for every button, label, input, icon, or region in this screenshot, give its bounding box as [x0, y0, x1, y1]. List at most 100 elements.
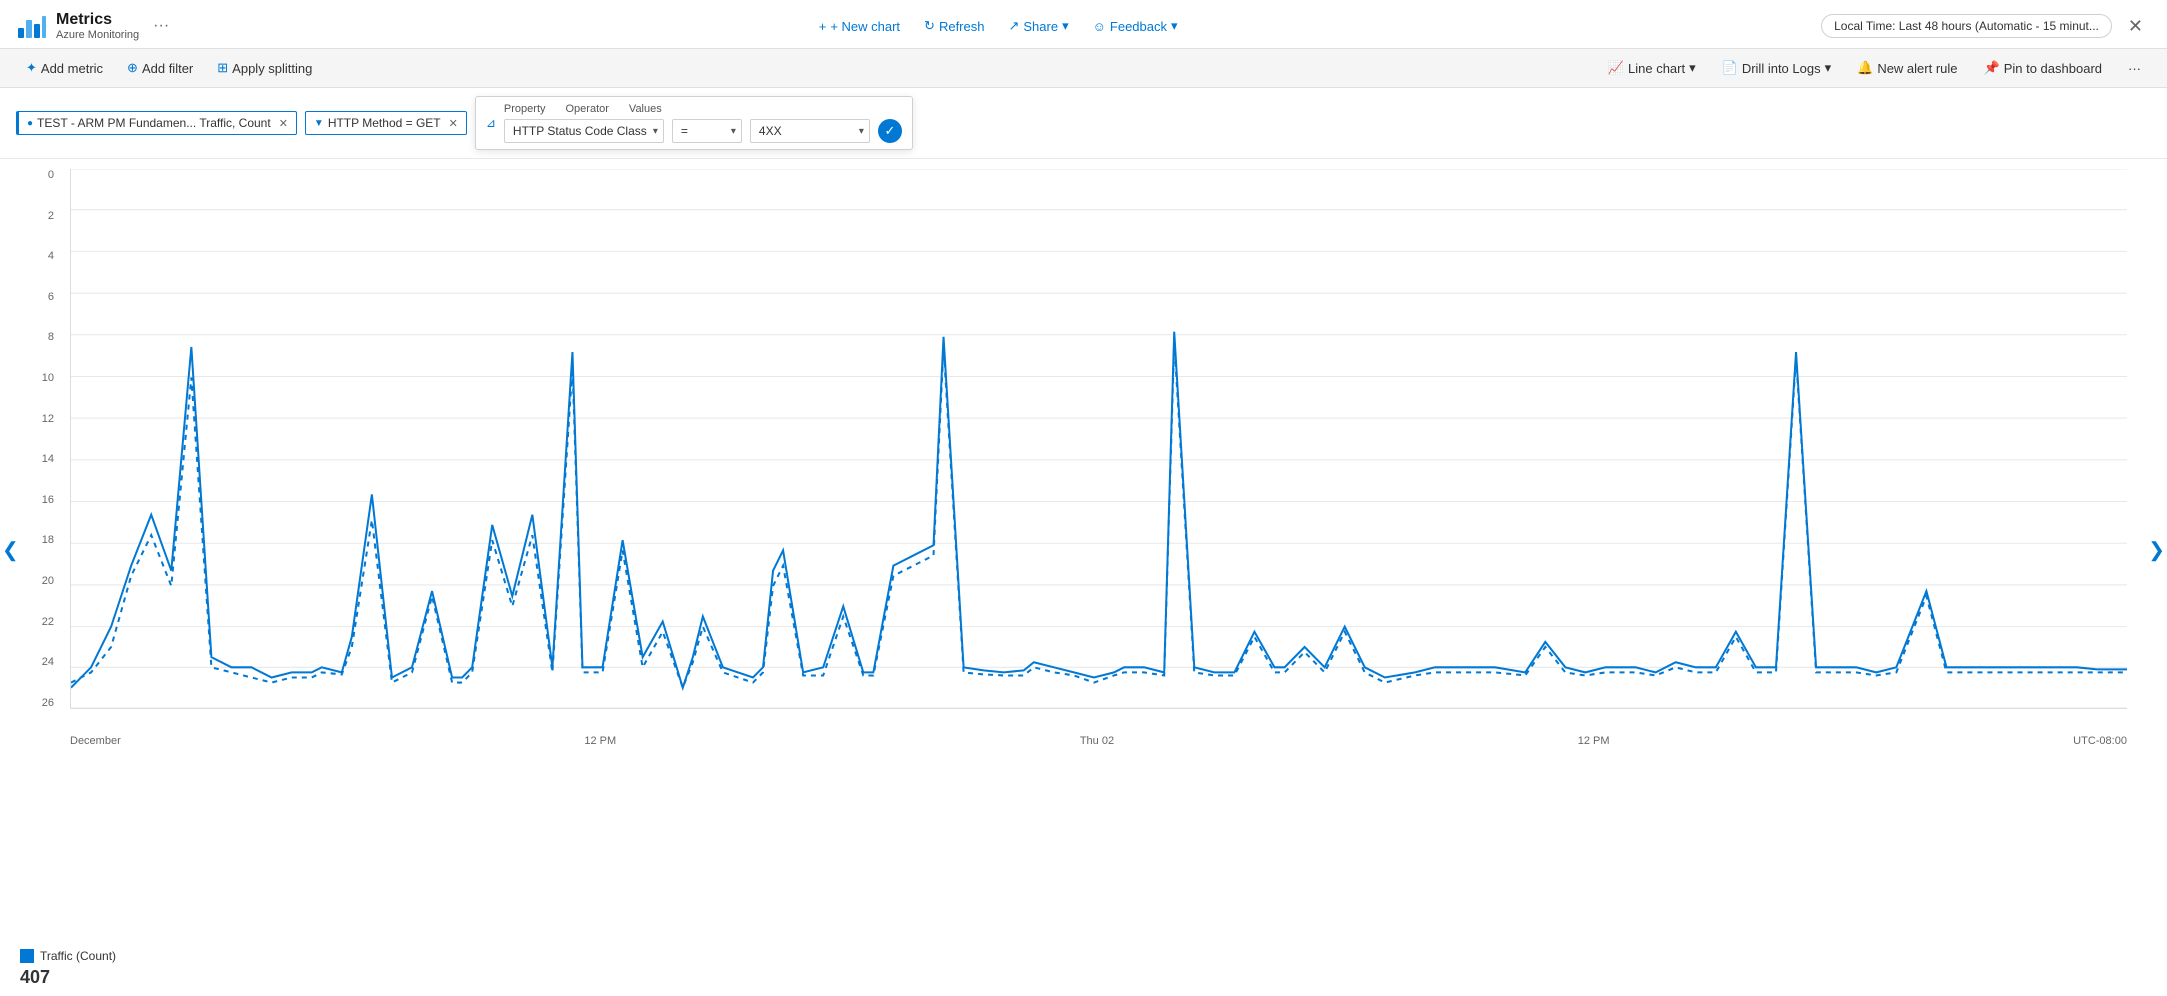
add-filter-icon: ⊕ — [127, 60, 138, 76]
chart-wrapper: 26 24 22 20 18 16 14 12 10 8 6 4 2 0 — [20, 169, 2147, 749]
operator-label: Operator — [566, 103, 609, 115]
chart-area — [70, 169, 2127, 709]
refresh-icon: ↻ — [924, 18, 935, 34]
http-method-filter-chip[interactable]: ▼ HTTP Method = GET ✕ — [305, 111, 467, 135]
header-actions: + + New chart ↻ Refresh ↗ Share ▾ ☺ Feed… — [809, 13, 1188, 39]
chevron-down-icon: ▾ — [1171, 18, 1178, 34]
chart-svg — [71, 169, 2127, 708]
x-label-december: December — [70, 735, 121, 747]
y-axis: 26 24 22 20 18 16 14 12 10 8 6 4 2 0 — [20, 169, 60, 709]
y-label-14: 14 — [20, 453, 60, 465]
add-metric-button[interactable]: ✦ Add metric — [16, 55, 113, 81]
plus-icon: + — [819, 19, 827, 34]
app-ellipsis-button[interactable]: ··· — [147, 15, 175, 37]
http-chip-close[interactable]: ✕ — [449, 117, 458, 130]
y-label-26: 26 — [20, 697, 60, 709]
pin-icon: 📌 — [1984, 60, 2000, 76]
metric-filter-chip[interactable]: ● TEST - ARM PM Fundamen... Traffic, Cou… — [16, 111, 297, 135]
legend-color-swatch — [20, 949, 34, 963]
http-chip-label: HTTP Method = GET — [328, 116, 441, 130]
main-content: ❮ ❯ 26 24 22 20 18 16 14 12 10 8 6 4 2 0 — [0, 159, 2167, 996]
x-label-12pm-2: 12 PM — [1578, 735, 1610, 747]
pin-to-dashboard-button[interactable]: 📌 Pin to dashboard — [1974, 55, 2112, 81]
chart-nav-right-button[interactable]: ❯ — [2148, 538, 2165, 563]
x-axis: December 12 PM Thu 02 12 PM UTC-08:00 — [70, 735, 2127, 747]
add-filter-button[interactable]: ⊕ Add filter — [117, 55, 203, 81]
y-label-6: 6 — [20, 291, 60, 303]
drill-into-logs-label: Drill into Logs — [1742, 61, 1821, 76]
y-label-10: 10 — [20, 372, 60, 384]
new-alert-rule-button[interactable]: 🔔 New alert rule — [1847, 55, 1967, 81]
apply-splitting-button[interactable]: ⊞ Apply splitting — [207, 55, 322, 81]
filter-popup-inner: Property Operator Values HTTP Status Cod… — [504, 103, 902, 143]
new-chart-button[interactable]: + + New chart — [809, 14, 910, 39]
app-title: Metrics — [56, 11, 139, 29]
metric-chip-close[interactable]: ✕ — [279, 117, 288, 130]
filter-triangle-icon: ▼ — [314, 118, 324, 129]
drill-logs-icon: 📄 — [1722, 60, 1738, 76]
toolbar-right: 📈 Line chart ▾ 📄 Drill into Logs ▾ 🔔 New… — [1598, 55, 2151, 81]
filter-popup: ⊿ Property Operator Values HTTP Status C… — [475, 96, 913, 150]
feedback-icon: ☺ — [1093, 19, 1106, 34]
app-icon — [16, 10, 48, 42]
line-chart-button[interactable]: 📈 Line chart ▾ — [1598, 55, 1706, 81]
x-label-utc: UTC-08:00 — [2073, 735, 2127, 747]
y-label-4: 4 — [20, 250, 60, 262]
chevron-down-icon: ▾ — [1062, 18, 1069, 34]
legend-label: Traffic (Count) — [40, 949, 116, 963]
share-icon: ↗ — [1008, 18, 1019, 34]
y-label-22: 22 — [20, 616, 60, 628]
property-select-wrap: HTTP Status Code Class — [504, 119, 664, 143]
x-label-thu02: Thu 02 — [1080, 735, 1114, 747]
metric-chip-label: TEST - ARM PM Fundamen... Traffic, Count — [37, 116, 271, 130]
add-metric-label: Add metric — [41, 61, 103, 76]
more-options-button[interactable]: ··· — [2118, 56, 2151, 81]
y-label-24: 24 — [20, 656, 60, 668]
alert-icon: 🔔 — [1857, 60, 1873, 76]
metric-dot-icon: ● — [27, 118, 33, 129]
feedback-button[interactable]: ☺ Feedback ▾ — [1083, 13, 1188, 39]
line-chart-label: Line chart — [1628, 61, 1685, 76]
chevron-down-icon: ▾ — [1689, 60, 1696, 76]
dotted-line-series — [71, 342, 2127, 688]
chevron-down-icon: ▾ — [1825, 60, 1832, 76]
values-select[interactable]: 4XX — [750, 119, 870, 143]
refresh-label: Refresh — [939, 19, 985, 34]
new-chart-label: + New chart — [830, 19, 900, 34]
y-label-0: 0 — [20, 169, 60, 181]
toolbar-left: ✦ Add metric ⊕ Add filter ⊞ Apply splitt… — [16, 55, 322, 81]
header-right: Local Time: Last 48 hours (Automatic - 1… — [1821, 12, 2151, 41]
filter-bar: ● TEST - ARM PM Fundamen... Traffic, Cou… — [0, 88, 2167, 159]
add-metric-icon: ✦ — [26, 60, 37, 76]
refresh-button[interactable]: ↻ Refresh — [914, 13, 994, 39]
operator-select[interactable]: = — [672, 119, 742, 143]
y-label-20: 20 — [20, 575, 60, 587]
share-label: Share — [1023, 19, 1058, 34]
values-label: Values — [629, 103, 662, 115]
feedback-label: Feedback — [1110, 19, 1167, 34]
split-icon: ⊞ — [217, 60, 228, 76]
share-button[interactable]: ↗ Share ▾ — [998, 13, 1078, 39]
operator-select-wrap: = — [672, 119, 742, 143]
y-label-16: 16 — [20, 494, 60, 506]
time-selector-button[interactable]: Local Time: Last 48 hours (Automatic - 1… — [1821, 14, 2112, 38]
new-alert-rule-label: New alert rule — [1877, 61, 1957, 76]
drill-into-logs-button[interactable]: 📄 Drill into Logs ▾ — [1712, 55, 1841, 81]
property-label: Property — [504, 103, 546, 115]
close-button[interactable]: ✕ — [2120, 12, 2151, 41]
filter-confirm-button[interactable]: ✓ — [878, 119, 902, 143]
header-left: Metrics Azure Monitoring ··· — [16, 10, 175, 42]
y-label-2: 2 — [20, 210, 60, 222]
x-label-12pm-1: 12 PM — [584, 735, 616, 747]
filter-popup-icon: ⊿ — [486, 116, 496, 130]
chart-nav-left-button[interactable]: ❮ — [2, 538, 19, 563]
header: Metrics Azure Monitoring ··· + + New cha… — [0, 0, 2167, 49]
legend: Traffic (Count) 407 — [0, 941, 2167, 996]
app-subtitle: Azure Monitoring — [56, 29, 139, 41]
y-label-12: 12 — [20, 413, 60, 425]
app-title-block: Metrics Azure Monitoring — [56, 11, 139, 41]
property-select[interactable]: HTTP Status Code Class — [504, 119, 664, 143]
pin-to-dashboard-label: Pin to dashboard — [2004, 61, 2102, 76]
chart-container: ❮ ❯ 26 24 22 20 18 16 14 12 10 8 6 4 2 0 — [0, 159, 2167, 941]
y-label-18: 18 — [20, 534, 60, 546]
